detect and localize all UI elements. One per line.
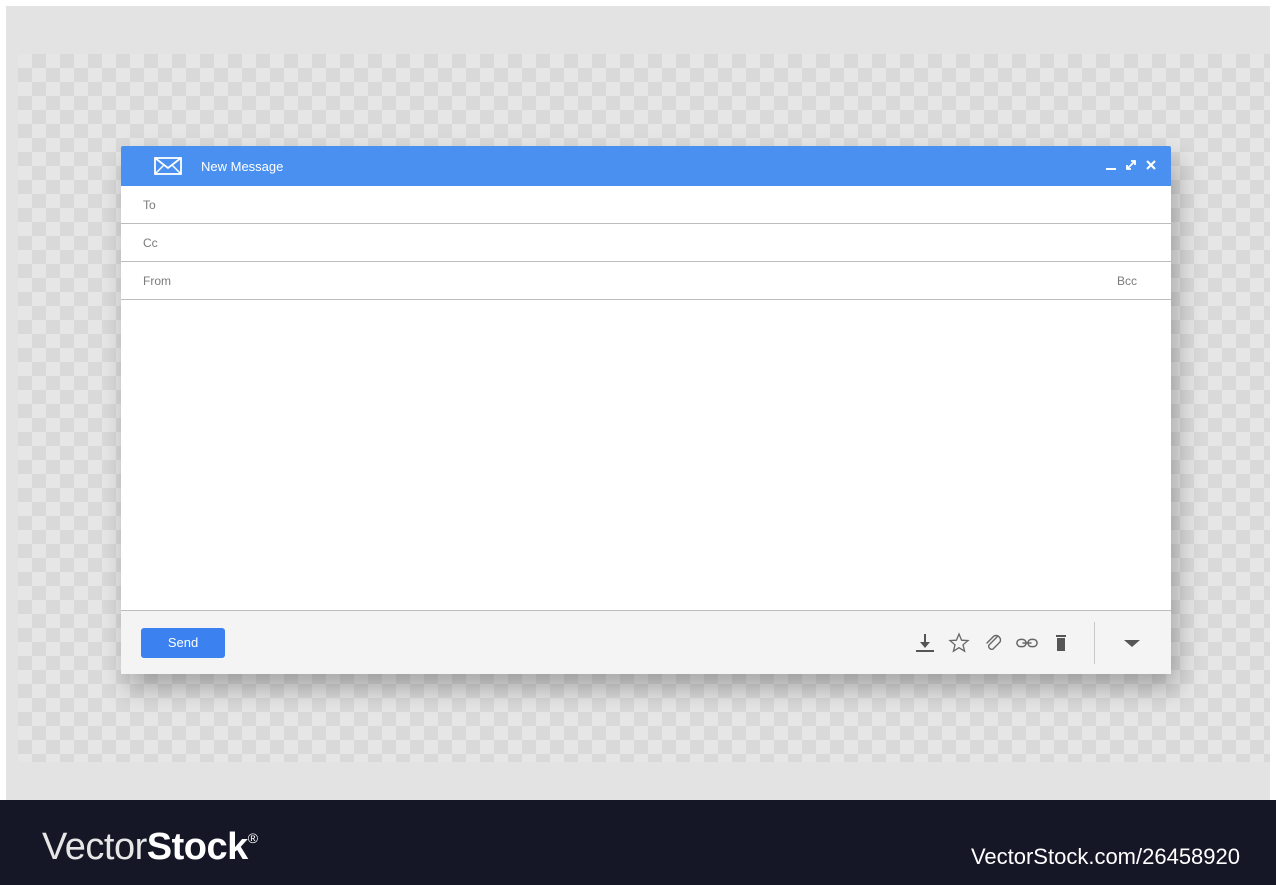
expand-icon[interactable]	[1125, 159, 1137, 173]
compose-window: New Message To Cc From Bcc Send	[121, 146, 1171, 674]
watermark-url: VectorStock.com/26458920	[970, 844, 1240, 869]
footer-tools	[914, 621, 1143, 664]
link-icon[interactable]	[1016, 632, 1038, 654]
cc-input[interactable]	[167, 235, 1137, 250]
from-input[interactable]	[181, 273, 1117, 288]
cc-field: Cc	[121, 224, 1171, 262]
from-field: From Bcc	[121, 262, 1171, 300]
vectorstock-logo: VectorStock®	[42, 826, 258, 868]
star-icon[interactable]	[948, 631, 970, 654]
from-label: From	[143, 273, 171, 288]
cc-label: Cc	[143, 235, 158, 250]
download-icon[interactable]	[914, 632, 936, 654]
bcc-link[interactable]: Bcc	[1117, 274, 1137, 288]
to-label: To	[143, 197, 156, 212]
dropdown-arrow-icon[interactable]	[1121, 632, 1143, 654]
minimize-icon[interactable]	[1105, 159, 1117, 173]
message-body[interactable]	[121, 300, 1171, 610]
to-field: To	[121, 186, 1171, 224]
compose-titlebar: New Message	[121, 146, 1171, 186]
send-button[interactable]: Send	[141, 627, 225, 658]
compose-footer: Send	[121, 610, 1171, 674]
watermark-bar: VectorStock® VectorStock.com/26458920	[0, 800, 1276, 885]
paperclip-icon[interactable]	[982, 632, 1004, 654]
close-icon[interactable]	[1145, 159, 1157, 173]
window-title: New Message	[201, 158, 284, 174]
envelope-icon	[153, 156, 183, 176]
transparent-background: New Message To Cc From Bcc Send	[6, 6, 1270, 800]
trash-icon[interactable]	[1050, 632, 1072, 654]
toolbar-divider	[1094, 621, 1095, 664]
window-controls	[1105, 159, 1157, 173]
to-input[interactable]	[165, 197, 1137, 212]
